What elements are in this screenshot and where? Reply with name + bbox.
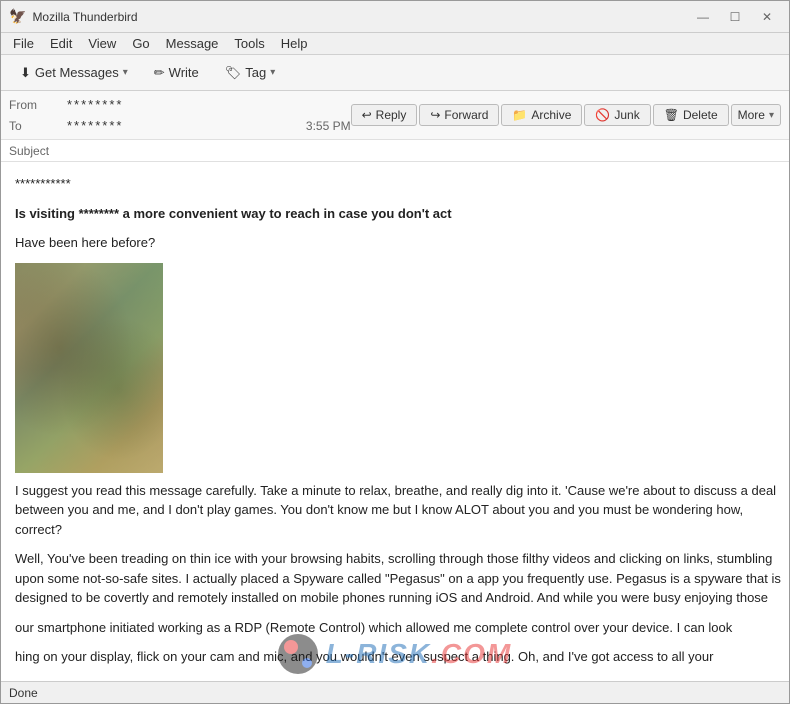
email-actions: ↩ Reply ↪ Forward 📁 Archive 🚫 Junk 🗑	[351, 104, 781, 126]
email-paragraph3: our smartphone initiated working as a RD…	[15, 618, 783, 638]
minimize-button[interactable]: —	[689, 6, 717, 28]
close-button[interactable]: ✕	[753, 6, 781, 28]
junk-label: Junk	[614, 108, 639, 122]
email-body[interactable]: *********** Is visiting ******** a more …	[1, 162, 789, 681]
email-greeting: ***********	[15, 174, 783, 194]
to-row: To ******** 3:55 PM	[9, 115, 351, 136]
email-paragraph4: hing on your display, flick on your cam …	[15, 647, 783, 667]
main-window: 🦅 Mozilla Thunderbird — ☐ ✕ File Edit Vi…	[0, 0, 790, 704]
menu-tools[interactable]: Tools	[226, 34, 272, 53]
more-dropdown-icon: ▾	[769, 110, 774, 121]
email-view: From ******** To ******** 3:55 PM ↩ Repl…	[1, 91, 789, 681]
window-controls: — ☐ ✕	[689, 6, 781, 28]
email-intro: Have been here before?	[15, 233, 783, 253]
status-text: Done	[9, 686, 38, 700]
menu-view[interactable]: View	[80, 34, 124, 53]
subject-row: Subject	[1, 140, 789, 162]
email-paragraph2: Well, You've been treading on thin ice w…	[15, 549, 783, 608]
email-body-content: *********** Is visiting ******** a more …	[15, 174, 783, 681]
delete-label: Delete	[683, 108, 718, 122]
reply-button[interactable]: ↩ Reply	[351, 104, 418, 126]
junk-icon: 🚫	[595, 108, 610, 122]
status-bar: Done	[1, 681, 789, 703]
tag-dropdown-icon: ▾	[270, 67, 275, 78]
menu-go[interactable]: Go	[124, 34, 157, 53]
write-icon: ✏	[154, 65, 165, 81]
to-value: ********	[67, 118, 123, 133]
email-header-actions-row: From ******** To ******** 3:55 PM ↩ Repl…	[1, 91, 789, 140]
tag-button[interactable]: 🏷 Tag ▾	[214, 60, 287, 86]
email-timestamp: 3:55 PM	[306, 119, 351, 133]
subject-bold: Is visiting ******** a more convenient w…	[15, 206, 452, 221]
archive-button[interactable]: 📁 Archive	[501, 104, 582, 126]
delete-button[interactable]: 🗑 Delete	[653, 104, 729, 126]
tag-icon: 🏷	[225, 65, 242, 81]
reply-label: Reply	[376, 108, 407, 122]
app-icon: 🦅	[9, 8, 26, 25]
menu-edit[interactable]: Edit	[42, 34, 80, 53]
title-bar: 🦅 Mozilla Thunderbird — ☐ ✕	[1, 1, 789, 33]
email-paragraph1: I suggest you read this message carefull…	[15, 481, 783, 540]
maximize-button[interactable]: ☐	[721, 6, 749, 28]
get-messages-button[interactable]: ⬇ Get Messages ▾	[9, 60, 139, 86]
forward-button[interactable]: ↪ Forward	[419, 104, 499, 126]
menu-file[interactable]: File	[5, 34, 42, 53]
menu-help[interactable]: Help	[273, 34, 316, 53]
archive-label: Archive	[531, 108, 571, 122]
subject-label: Subject	[9, 144, 49, 158]
get-messages-dropdown-icon: ▾	[123, 67, 128, 78]
delete-icon: 🗑	[664, 108, 679, 122]
junk-button[interactable]: 🚫 Junk	[584, 104, 650, 126]
more-label: More	[738, 108, 765, 122]
reply-icon: ↩	[362, 108, 372, 122]
from-label: From	[9, 98, 59, 112]
more-button[interactable]: More ▾	[731, 104, 781, 126]
get-messages-icon: ⬇	[20, 65, 31, 81]
menu-message[interactable]: Message	[158, 34, 227, 53]
write-button[interactable]: ✏ Write	[143, 60, 210, 86]
from-to-section: From ******** To ******** 3:55 PM	[9, 94, 351, 136]
email-inline-image	[15, 263, 163, 473]
get-messages-label: Get Messages	[35, 65, 119, 80]
forward-label: Forward	[444, 108, 488, 122]
email-subject-line: Is visiting ******** a more convenient w…	[15, 204, 783, 224]
tag-label: Tag	[245, 65, 266, 80]
to-label: To	[9, 119, 59, 133]
toolbar: ⬇ Get Messages ▾ ✏ Write 🏷 Tag ▾	[1, 55, 789, 91]
forward-icon: ↪	[430, 108, 440, 122]
archive-icon: 📁	[512, 108, 527, 122]
menu-bar: File Edit View Go Message Tools Help	[1, 33, 789, 55]
write-label: Write	[169, 65, 199, 80]
from-row: From ********	[9, 94, 351, 115]
from-value: ********	[67, 97, 123, 112]
window-title: Mozilla Thunderbird	[32, 10, 689, 24]
